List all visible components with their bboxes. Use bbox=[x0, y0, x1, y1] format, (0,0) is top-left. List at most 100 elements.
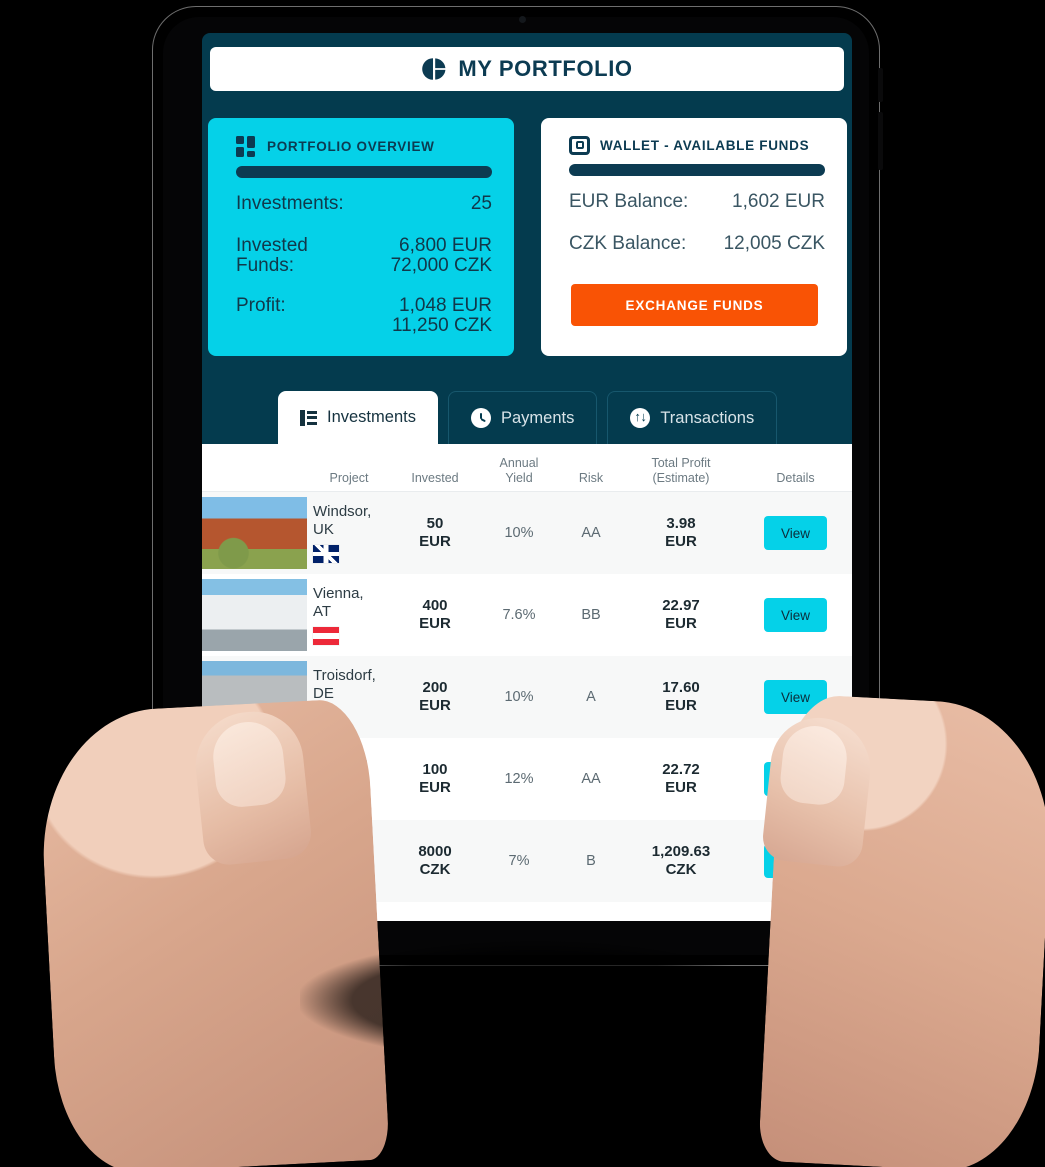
invested-cell: 200 EUR bbox=[419, 679, 451, 714]
overview-card-header: PORTFOLIO OVERVIEW bbox=[208, 118, 514, 157]
risk-cell: BB bbox=[581, 607, 601, 623]
overview-divider bbox=[236, 166, 492, 178]
balance-czk-value: 12,005 CZK bbox=[723, 232, 825, 254]
list-icon bbox=[300, 409, 317, 426]
wallet-card: WALLET - AVAILABLE FUNDS EUR Balance: 1,… bbox=[541, 118, 847, 356]
col-yield-header-line2: Yield bbox=[505, 470, 533, 485]
wallet-icon bbox=[569, 136, 590, 155]
tab-transactions-label: Transactions bbox=[660, 408, 755, 427]
annual-yield-cell: 7.6% bbox=[502, 607, 536, 623]
wallet-card-header: WALLET - AVAILABLE FUNDS bbox=[541, 118, 847, 155]
stat-invested-funds-value: 6,800 EUR 72,000 CZK bbox=[390, 234, 492, 276]
stat-invested-funds-czk: 72,000 CZK bbox=[390, 254, 492, 276]
overview-stats: Investments: 25 Invested Funds: 6,800 EU… bbox=[208, 178, 514, 336]
tab-investments[interactable]: Investments bbox=[278, 391, 438, 444]
balance-eur-value: 1,602 EUR bbox=[732, 191, 825, 212]
table-row[interactable]: Windsor, UK 50 EUR 10% AA 3.98 EUR View bbox=[202, 492, 852, 574]
col-profit-header-line1: Total Profit bbox=[651, 456, 711, 471]
tab-investments-label: Investments bbox=[327, 408, 416, 426]
project-thumbnail-cell bbox=[202, 579, 307, 651]
annual-yield-cell: 10% bbox=[504, 689, 534, 705]
volume-up-button[interactable] bbox=[878, 68, 883, 102]
stat-invested-funds-eur: 6,800 EUR bbox=[399, 234, 492, 256]
page-title: MY PORTFOLIO bbox=[458, 56, 633, 81]
view-button[interactable]: View bbox=[764, 516, 827, 550]
stat-investments-value: 25 bbox=[470, 193, 492, 214]
invested-cell: 100 EUR bbox=[419, 761, 451, 796]
project-name: Vienna, AT bbox=[313, 585, 364, 620]
overview-card-title: PORTFOLIO OVERVIEW bbox=[267, 139, 435, 154]
balance-czk: CZK Balance: 12,005 CZK bbox=[569, 232, 825, 254]
risk-cell: AA bbox=[581, 525, 601, 541]
invested-cell: 50 EUR bbox=[419, 515, 451, 550]
clock-icon bbox=[470, 408, 491, 428]
project-photo bbox=[202, 579, 307, 651]
scene: MY PORTFOLIO PORTFOLIO OVERVIEW Investme… bbox=[0, 0, 1045, 1167]
device-shadow bbox=[300, 940, 770, 1060]
wallet-divider bbox=[569, 164, 825, 176]
project-name: Windsor, UK bbox=[313, 503, 372, 538]
tab-payments-label: Payments bbox=[500, 408, 575, 427]
details-cell: View bbox=[739, 598, 852, 632]
annual-yield-cell: 7% bbox=[508, 853, 530, 869]
details-cell: View bbox=[739, 516, 852, 550]
risk-cell: A bbox=[586, 689, 596, 705]
project-cell: Vienna, AT bbox=[307, 585, 391, 645]
total-profit-cell: 1,209.63 CZK bbox=[651, 843, 711, 878]
stat-profit-label: Profit: bbox=[236, 294, 286, 316]
col-project-header: Project bbox=[329, 470, 369, 485]
project-cell: Windsor, UK bbox=[307, 503, 391, 563]
project-name: Troisdorf, DE bbox=[313, 667, 376, 702]
stat-profit-value: 1,048 EUR 11,250 CZK bbox=[392, 294, 492, 336]
exchange-funds-button[interactable]: EXCHANGE FUNDS bbox=[571, 284, 818, 326]
total-profit-cell: 22.97 EUR bbox=[662, 597, 700, 632]
stat-invested-funds-label-line2: Funds: bbox=[236, 254, 295, 276]
invested-cell: 8000 CZK bbox=[418, 843, 452, 878]
wallet-card-title: WALLET - AVAILABLE FUNDS bbox=[600, 138, 810, 153]
col-yield-header: Annual Yield bbox=[479, 456, 559, 485]
stat-invested-funds: Invested Funds: 6,800 EUR 72,000 CZK bbox=[236, 234, 492, 276]
stat-profit-czk: 11,250 CZK bbox=[392, 314, 492, 336]
wallet-balances: EUR Balance: 1,602 EUR CZK Balance: 12,0… bbox=[541, 176, 847, 254]
stat-invested-funds-label: Invested Funds: bbox=[236, 235, 308, 276]
app-header: MY PORTFOLIO bbox=[210, 47, 844, 91]
stat-investments-label: Investments: bbox=[236, 193, 344, 214]
total-profit-cell: 3.98 EUR bbox=[665, 515, 697, 550]
tab-transactions[interactable]: ↑ ↓ Transactions bbox=[607, 391, 778, 444]
table-row[interactable]: Vienna, AT 400 EUR 7.6% BB 22.97 EUR View bbox=[202, 574, 852, 656]
view-button[interactable]: View bbox=[764, 598, 827, 632]
front-camera-icon bbox=[519, 16, 526, 23]
col-risk-header: Risk bbox=[578, 470, 604, 485]
stat-investments: Investments: 25 bbox=[236, 194, 492, 214]
col-profit-header-line2: (Estimate) bbox=[652, 470, 710, 485]
tab-payments[interactable]: Payments bbox=[447, 391, 598, 444]
summary-cards: PORTFOLIO OVERVIEW Investments: 25 Inves… bbox=[208, 118, 847, 358]
stat-profit: Profit: 1,048 EUR 11,250 CZK bbox=[236, 294, 492, 336]
total-profit-cell: 17.60 EUR bbox=[662, 679, 700, 714]
flag-united-kingdom-icon bbox=[313, 544, 339, 563]
total-profit-cell: 22.72 EUR bbox=[662, 761, 700, 796]
annual-yield-cell: 10% bbox=[504, 525, 534, 541]
invested-cell: 400 EUR bbox=[419, 597, 451, 632]
portfolio-overview-card: PORTFOLIO OVERVIEW Investments: 25 Inves… bbox=[208, 118, 514, 356]
swap-arrows-icon: ↑ ↓ bbox=[630, 408, 651, 428]
col-invested-header: Invested bbox=[411, 470, 459, 485]
stat-profit-eur: 1,048 EUR bbox=[399, 294, 492, 316]
col-yield-header-line1: Annual bbox=[499, 456, 539, 471]
table-header-row: Project Invested Annual Yield Risk Total… bbox=[202, 444, 852, 492]
col-profit-header: Total Profit (Estimate) bbox=[623, 456, 739, 485]
balance-eur-label: EUR Balance: bbox=[569, 191, 689, 212]
tab-bar: Investments Payments ↑ ↓ Transactions bbox=[278, 391, 778, 444]
flag-austria-icon bbox=[313, 626, 339, 645]
balance-eur: EUR Balance: 1,602 EUR bbox=[569, 192, 825, 212]
project-photo bbox=[202, 497, 307, 569]
grid-blocks-icon bbox=[236, 136, 257, 157]
risk-cell: B bbox=[586, 853, 596, 869]
project-thumbnail-cell bbox=[202, 497, 307, 569]
annual-yield-cell: 12% bbox=[504, 771, 534, 787]
col-details-header: Details bbox=[776, 470, 815, 485]
pie-circle-logo-icon bbox=[421, 56, 447, 82]
balance-czk-label: CZK Balance: bbox=[569, 232, 687, 254]
volume-down-button[interactable] bbox=[878, 112, 883, 170]
risk-cell: AA bbox=[581, 771, 601, 787]
